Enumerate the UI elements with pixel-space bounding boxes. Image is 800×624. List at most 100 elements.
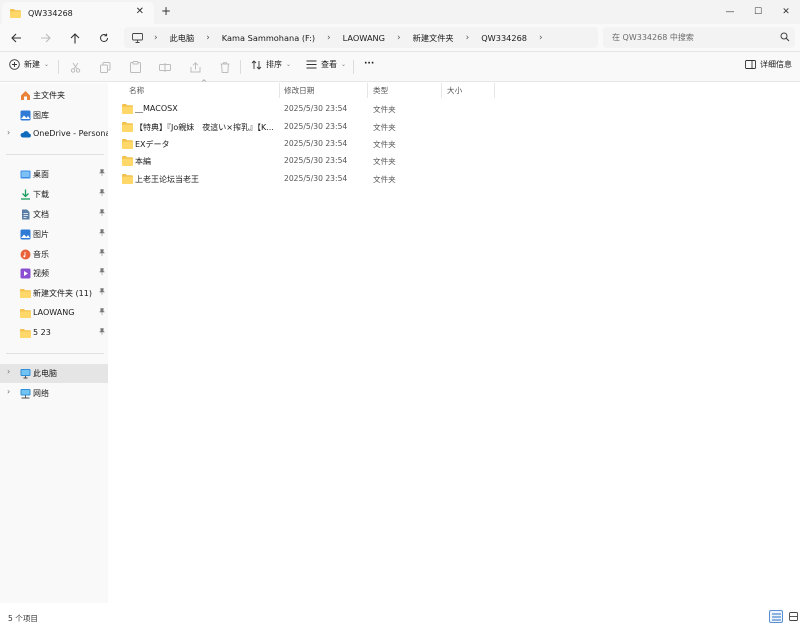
minimize-button[interactable]: — — [716, 0, 744, 24]
file-name: __MACOSX — [135, 104, 178, 113]
sidebar-item-desktop[interactable]: 桌面 — [0, 165, 108, 184]
back-button[interactable] — [8, 30, 24, 46]
column-divider[interactable] — [494, 83, 495, 98]
cut-icon — [70, 62, 80, 73]
folder-icon — [20, 289, 31, 298]
breadcrumb-separator: › — [327, 32, 331, 43]
file-date: 2025/5/30 23:54 — [284, 122, 348, 131]
cut-button[interactable] — [68, 60, 82, 74]
forward-button[interactable] — [37, 30, 53, 46]
folder-icon — [122, 174, 133, 184]
breadcrumb-separator[interactable]: › — [539, 33, 543, 43]
sidebar-item-network[interactable]: › 网络 — [0, 384, 108, 403]
up-button[interactable] — [67, 30, 83, 46]
pin-icon — [99, 249, 105, 256]
computer-icon — [20, 369, 31, 379]
sidebar-item-music[interactable]: 音乐 — [0, 245, 108, 264]
gallery-icon — [20, 110, 31, 121]
tab-active[interactable]: QW334268 ✕ — [2, 2, 154, 24]
sidebar-item-downloads[interactable]: 下载 — [0, 185, 108, 204]
search-input[interactable]: 在 QW334268 中搜索 — [603, 27, 795, 48]
details-pane-button[interactable]: 详细信息 — [745, 59, 792, 70]
more-options-button[interactable]: ··· — [364, 59, 374, 69]
sidebar-item-new-folder-11[interactable]: 新建文件夹 (11) — [0, 284, 108, 303]
column-header-date[interactable]: 修改日期 — [284, 85, 314, 96]
sidebar-item-documents[interactable]: 文档 — [0, 205, 108, 224]
breadcrumb[interactable]: › 此电脑 › Kama Sammohana (F:) › LAOWANG › … — [124, 27, 598, 48]
sidebar-item-5-23[interactable]: 5 23 — [0, 324, 108, 343]
sidebar-item-label: 新建文件夹 (11) — [33, 289, 92, 298]
breadcrumb-item[interactable]: Kama Sammohana (F:) — [222, 33, 315, 43]
sidebar-item-home[interactable]: 主文件夹 — [0, 86, 108, 105]
chevron-right-icon[interactable]: › — [7, 367, 10, 376]
search-placeholder: 在 QW334268 中搜索 — [612, 33, 694, 42]
chevron-down-icon: ⌄ — [286, 61, 292, 68]
sidebar-item-videos[interactable]: 视频 — [0, 264, 108, 283]
window-controls: — ☐ ✕ — [716, 0, 800, 24]
divider — [6, 154, 104, 155]
network-icon — [20, 389, 31, 399]
column-header-type[interactable]: 类型 — [373, 85, 388, 96]
breadcrumb-separator: › — [465, 32, 470, 43]
sidebar-item-onedrive[interactable]: › OneDrive - Personal — [0, 125, 113, 144]
navigation-pane: 主文件夹 图库 › OneDrive - Personal 桌面 下载 文档 图… — [0, 83, 113, 603]
pictures-icon — [20, 229, 31, 240]
pin-icon — [99, 189, 105, 196]
close-button[interactable]: ✕ — [772, 0, 800, 24]
maximize-button[interactable]: ☐ — [744, 0, 772, 24]
paste-icon — [129, 61, 141, 73]
chevron-right-icon[interactable]: › — [7, 128, 10, 137]
new-tab-button[interactable]: + — [161, 4, 171, 18]
column-divider[interactable] — [279, 83, 280, 98]
sidebar-item-gallery[interactable]: 图库 — [0, 106, 108, 125]
document-icon — [22, 209, 30, 220]
column-header-name[interactable]: 名称 — [129, 85, 144, 96]
tab-close-button[interactable]: ✕ — [136, 6, 144, 17]
sidebar-item-pictures[interactable]: 图片 — [0, 225, 108, 244]
pin-icon — [99, 209, 105, 216]
new-button[interactable]: 新建 ⌄ — [9, 59, 49, 70]
column-divider[interactable] — [441, 83, 442, 98]
view-button[interactable]: 查看 ⌄ — [306, 59, 346, 70]
table-row[interactable]: EXデータ 2025/5/30 23:54 文件夹 — [118, 136, 798, 153]
details-view-button[interactable] — [769, 610, 783, 623]
file-type: 文件夹 — [373, 175, 396, 184]
table-row[interactable]: 本編 2025/5/30 23:54 文件夹 — [118, 153, 798, 170]
list-view-icon — [771, 613, 781, 620]
chevron-down-icon: ⌄ — [44, 61, 50, 68]
table-row[interactable]: 【特典】『Jo親妹 夜這い×搾乳』【K... 2025/5/30 23:54 文… — [118, 119, 798, 136]
chevron-right-icon[interactable]: › — [7, 387, 10, 396]
divider — [58, 60, 59, 74]
command-bar: 新建 ⌄ 排序 ⌄ 查看 ⌄ ··· 详细信息 — [0, 52, 800, 82]
column-header-size[interactable]: 大小 — [447, 85, 462, 96]
paste-button[interactable] — [128, 60, 142, 74]
sort-button[interactable]: 排序 ⌄ — [251, 59, 291, 70]
tiles-view-button[interactable] — [786, 610, 800, 623]
file-list: 名称 ^ 修改日期 类型 大小 __MACOSX 2025/5/30 23:54… — [108, 79, 800, 608]
folder-icon — [10, 8, 21, 18]
sidebar-item-label: 视频 — [33, 269, 49, 278]
copy-button[interactable] — [98, 60, 112, 74]
breadcrumb-item[interactable]: QW334268 — [481, 33, 527, 43]
sidebar-item-laowang[interactable]: LAOWANG — [0, 304, 108, 323]
rename-button[interactable] — [158, 60, 172, 74]
breadcrumb-separator: › — [154, 32, 158, 43]
pin-icon — [99, 268, 105, 275]
table-row[interactable]: 上老王论坛当老王 2025/5/30 23:54 文件夹 — [118, 171, 798, 188]
sort-label: 排序 — [266, 60, 282, 69]
divider — [353, 60, 354, 74]
delete-button[interactable] — [218, 60, 232, 74]
sidebar-item-this-pc[interactable]: › 此电脑 — [0, 364, 108, 383]
column-divider[interactable] — [367, 83, 368, 98]
sidebar-item-label: LAOWANG — [33, 308, 75, 317]
refresh-button[interactable] — [96, 30, 112, 46]
file-type: 文件夹 — [373, 105, 396, 114]
folder-icon — [122, 122, 133, 132]
breadcrumb-item[interactable]: 新建文件夹 — [413, 32, 454, 44]
status-bar: 5 个项目 — [0, 608, 800, 624]
table-row[interactable]: __MACOSX 2025/5/30 23:54 文件夹 — [118, 101, 798, 118]
share-button[interactable] — [188, 60, 202, 74]
breadcrumb-item[interactable]: 此电脑 — [170, 32, 195, 44]
pin-icon — [99, 308, 105, 315]
breadcrumb-item[interactable]: LAOWANG — [343, 33, 385, 43]
